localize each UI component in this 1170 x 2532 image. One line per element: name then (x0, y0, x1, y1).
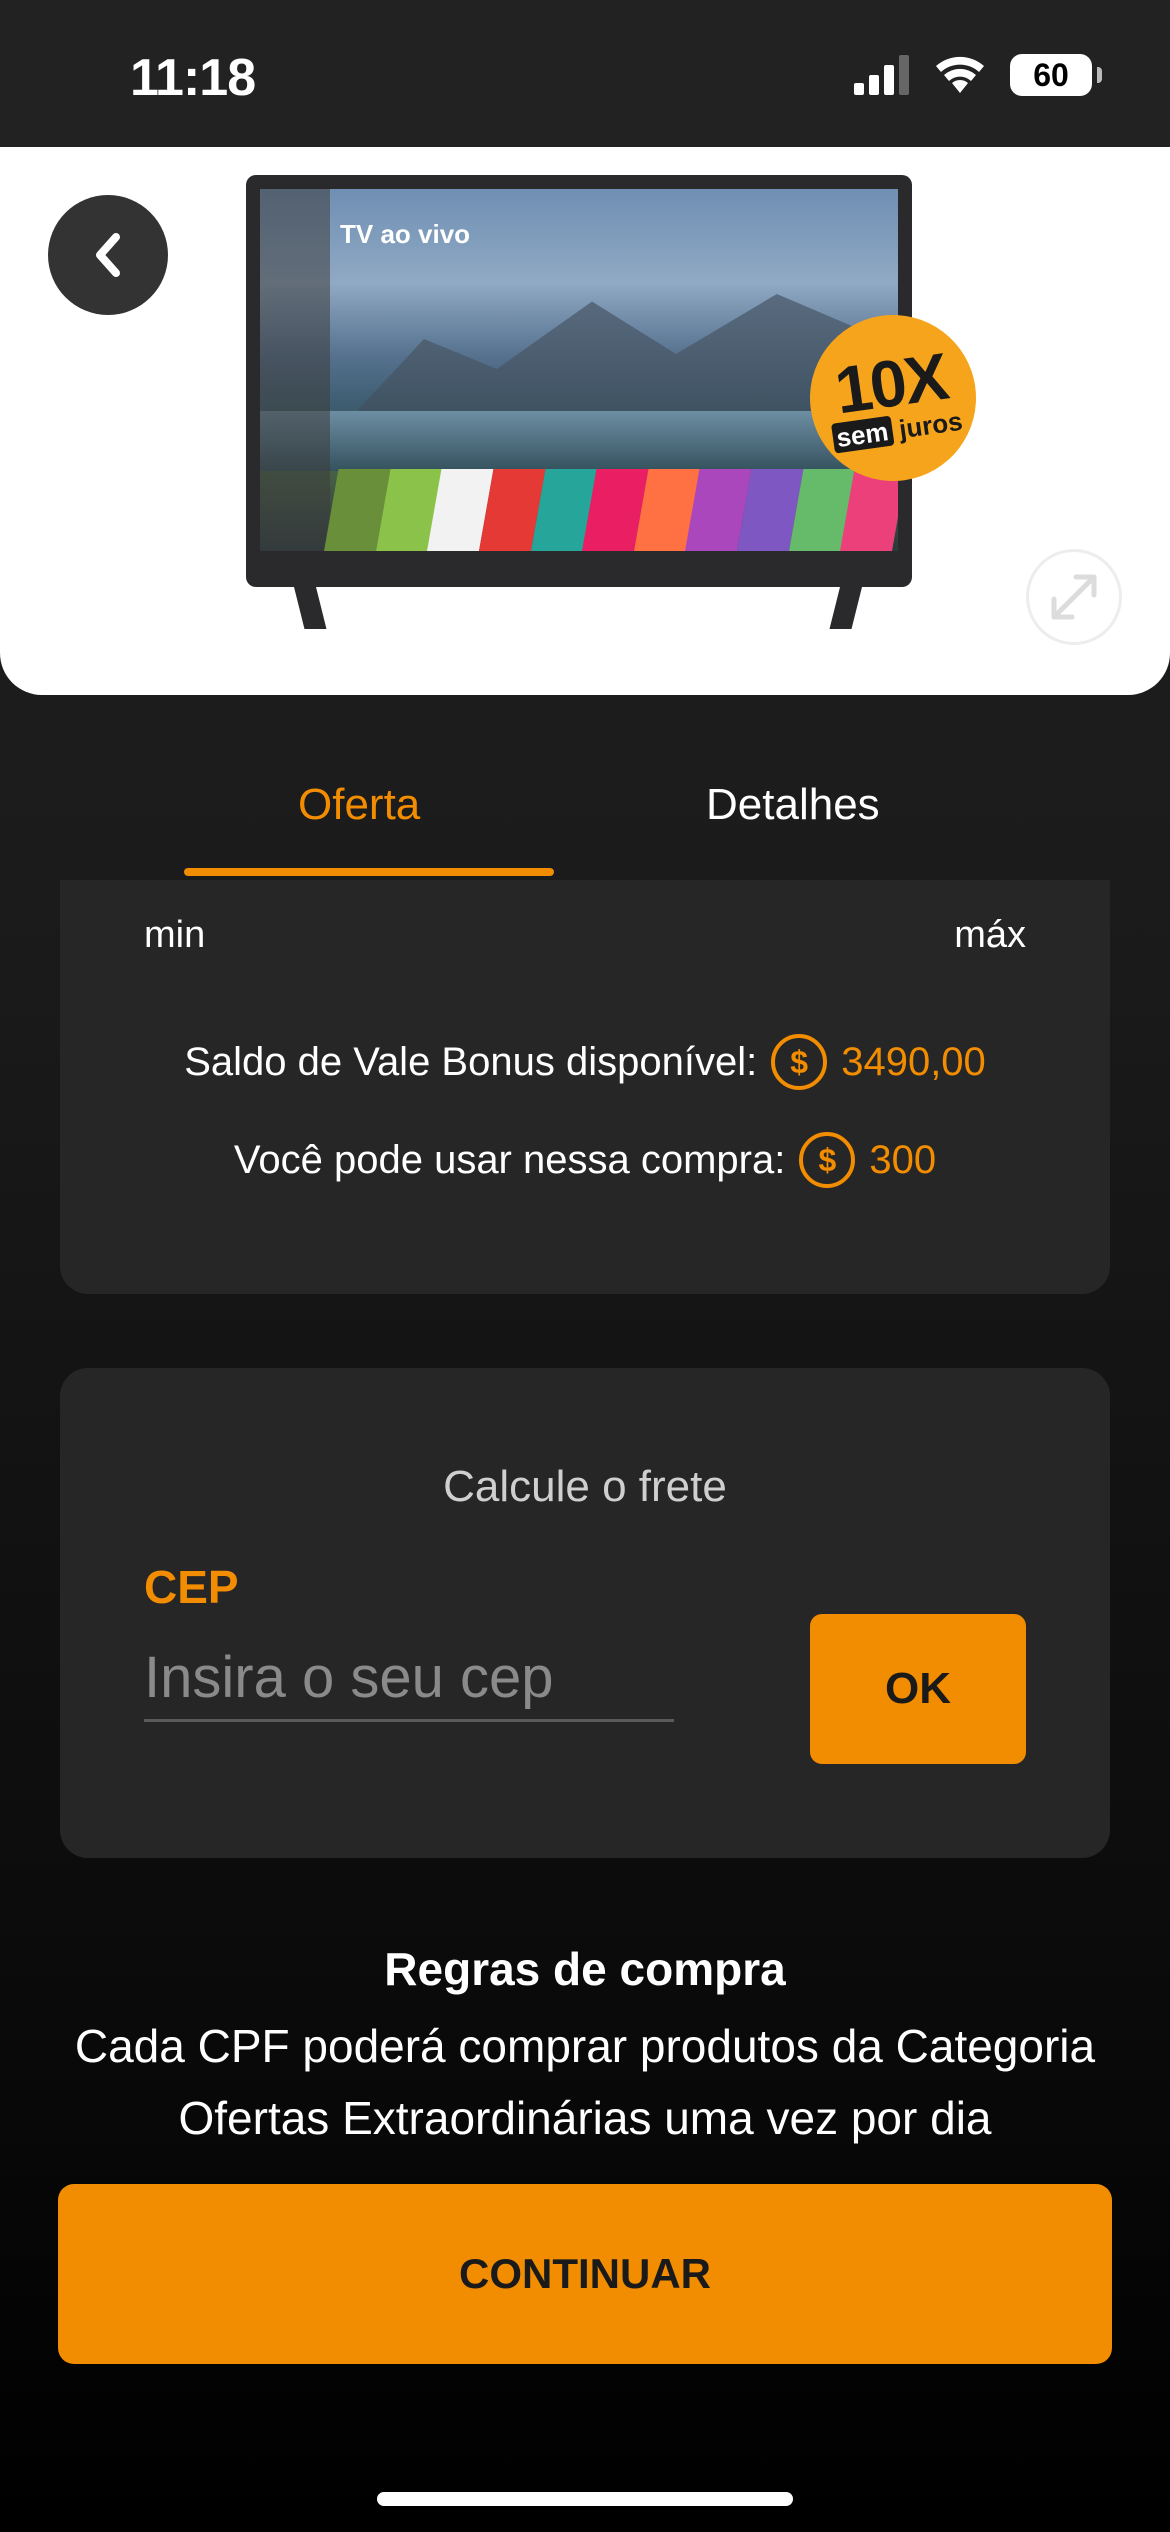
coin-icon: $ (771, 1034, 828, 1090)
battery-icon: 60 (1010, 54, 1102, 96)
saldo-value: 3490,00 (841, 1039, 986, 1084)
coin-icon: $ (799, 1132, 856, 1188)
tv-screen-title: TV ao vivo (340, 219, 471, 249)
status-time: 11:18 (130, 49, 256, 107)
uso-line: Você pode usar nessa compra: $ 300 (60, 1132, 1110, 1188)
signal-icon (854, 55, 909, 95)
wifi-icon (936, 56, 984, 93)
frete-card: Calcule o frete CEP OK (60, 1368, 1110, 1858)
product-image-area: TV ao vivo 10X sem juros (0, 147, 1170, 695)
back-arrow-icon (96, 233, 120, 277)
status-bar: 11:18 60 (0, 0, 1170, 147)
tab-active-indicator (184, 868, 554, 876)
cep-label: CEP (144, 1561, 239, 1613)
tab-bar: Oferta Detalhes (0, 740, 1170, 880)
bonus-card: min máx Saldo de Vale Bonus disponível: … (60, 880, 1110, 1294)
tab-oferta[interactable]: Oferta (298, 780, 420, 830)
range-max-label: máx (954, 914, 1026, 956)
expand-icon (1051, 574, 1097, 620)
rules-text: Cada CPF poderá comprar produtos da Cate… (74, 2020, 1096, 2144)
battery-level: 60 (1033, 56, 1069, 93)
rules-title: Regras de compra (384, 1943, 786, 1995)
cep-input[interactable] (144, 1636, 674, 1722)
saldo-label: Saldo de Vale Bonus disponível: (184, 1039, 758, 1084)
range-min-label: min (144, 914, 206, 956)
status-icons: 60 (854, 54, 1102, 96)
continue-button[interactable]: CONTINUAR (58, 2184, 1112, 2364)
back-button[interactable] (48, 195, 168, 315)
expand-image-button[interactable] (1026, 549, 1122, 645)
uso-label: Você pode usar nessa compra: (233, 1137, 786, 1182)
tab-detalhes[interactable]: Detalhes (706, 780, 880, 830)
ok-button[interactable]: OK (810, 1614, 1026, 1764)
uso-value: 300 (869, 1137, 937, 1182)
saldo-line: Saldo de Vale Bonus disponível: $ 3490,0… (60, 1034, 1110, 1090)
home-indicator (377, 2492, 793, 2506)
frete-title: Calcule o frete (443, 1462, 727, 1511)
